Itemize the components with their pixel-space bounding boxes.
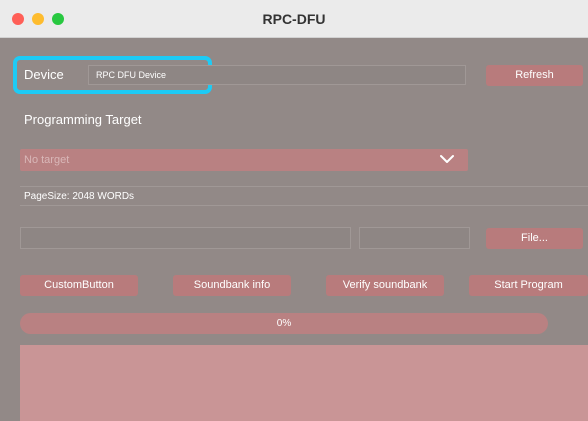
progress-text: 0% [276,318,292,329]
file-path-field[interactable] [20,227,351,249]
device-label: Device [24,67,64,82]
programming-target-heading: Programming Target [24,112,142,127]
custom-button[interactable]: CustomButton [20,275,138,296]
device-value: RPC DFU Device [96,70,167,80]
start-program-button[interactable]: Start Program [469,275,588,296]
log-area[interactable] [20,345,588,421]
target-select[interactable]: No target [20,149,468,171]
target-select-value: No target [24,154,70,166]
file-info-field[interactable] [359,227,470,249]
page-size-text: PageSize: 2048 WORDs [24,191,135,202]
window-title: RPC-DFU [262,11,326,27]
chevron-down-icon [440,155,454,163]
file-button[interactable]: File... [486,228,583,249]
app-window: RPC-DFU Device RPC DFU Device Refresh Pr… [0,0,588,421]
soundbank-info-button[interactable]: Soundbank info [173,275,291,296]
title-bar: RPC-DFU [0,0,588,38]
refresh-button[interactable]: Refresh [486,65,583,86]
verify-soundbank-button[interactable]: Verify soundbank [326,275,444,296]
progress-bar: 0% [20,313,548,334]
main-panel: Device RPC DFU Device Refresh Programmin… [0,38,588,421]
